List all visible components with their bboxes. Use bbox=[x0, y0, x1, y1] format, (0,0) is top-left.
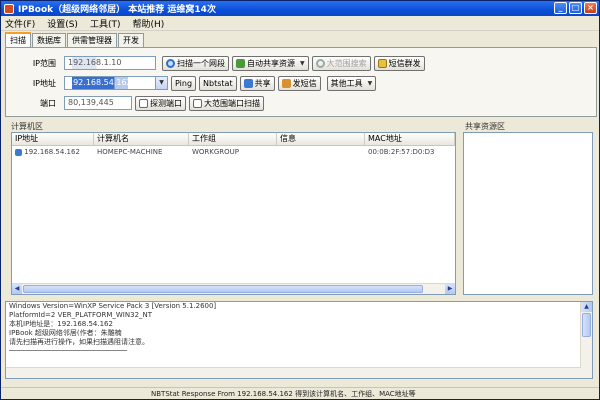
cell-ip: 192.168.54.162 bbox=[12, 146, 94, 158]
log-line: IPBook 超级网络邻居(作者：朱雕楠 bbox=[9, 329, 122, 337]
menu-file[interactable]: 文件(F) bbox=[5, 17, 35, 30]
window-title: IPBook（超级网络邻居） 本站推荐 运维窝14次 bbox=[18, 5, 216, 15]
share-button[interactable]: 共享 bbox=[239, 75, 275, 91]
network-icon bbox=[236, 58, 245, 68]
port-input[interactable]: 80,139,445 bbox=[64, 96, 132, 110]
vscroll-thumb[interactable] bbox=[582, 313, 591, 337]
other-tools-button[interactable]: 其他工具 ▼ bbox=[326, 75, 377, 91]
scroll-right-icon[interactable]: ▶ bbox=[445, 284, 455, 294]
port-label: 端口 bbox=[40, 98, 56, 108]
port-icon bbox=[139, 98, 148, 108]
title-bar[interactable]: IPBook（超级网络邻居） 本站推荐 运维窝14次 _ □ × bbox=[1, 1, 599, 16]
app-window: IPBook（超级网络邻居） 本站推荐 运维窝14次 _ □ × 文件(F) 设… bbox=[0, 0, 600, 400]
log-hscrollbar[interactable] bbox=[6, 367, 581, 378]
tab-strip: 扫描 数据库 供需管理器 开发 bbox=[5, 32, 145, 47]
ip-address-input[interactable]: 192.168.54.162 bbox=[64, 76, 156, 90]
table-row[interactable]: 192.168.54.162 HOMEPC-MACHINE WORKGROUP … bbox=[12, 146, 455, 158]
ping-button[interactable]: Ping bbox=[171, 75, 197, 91]
refresh-icon bbox=[315, 58, 325, 68]
ip-address-label: IP地址 bbox=[32, 78, 56, 88]
scan-panel: IP范围 192.168.1.10 扫描一个网段 自动共享资源 ▼ 大范围搜索 … bbox=[5, 47, 597, 117]
cell-mac: 00:0B:2F:57:D0:D3 bbox=[368, 148, 435, 156]
cell-computer-name: HOMEPC-MACHINE bbox=[97, 148, 163, 156]
ip-address-dropdown-icon[interactable]: ▼ bbox=[156, 76, 168, 90]
ip-range-label: IP范围 bbox=[32, 58, 56, 68]
window-controls: _ □ × bbox=[554, 2, 597, 14]
computer-icon bbox=[15, 148, 22, 156]
magnifier-icon bbox=[166, 58, 175, 68]
wide-port-scan-button[interactable]: 大范围端口扫描 bbox=[189, 95, 264, 111]
log-line: 请先扫描再进行操作，如果扫描遇阻请注意。 bbox=[9, 338, 149, 346]
column-computer-name[interactable]: 计算机名 bbox=[94, 133, 189, 145]
computer-area-label: 计算机区 bbox=[11, 122, 43, 131]
share-resource-list[interactable] bbox=[463, 132, 593, 295]
tab-supply-manager[interactable]: 供需管理器 bbox=[67, 33, 117, 47]
send-msg-button[interactable]: 发短信 bbox=[277, 75, 321, 91]
mail-icon bbox=[377, 58, 387, 68]
column-info[interactable]: 信息 bbox=[277, 133, 365, 145]
scroll-up-icon[interactable]: ▲ bbox=[581, 302, 592, 312]
auto-share-button[interactable]: 自动共享资源 ▼ bbox=[232, 55, 309, 71]
menu-settings[interactable]: 设置(S) bbox=[47, 17, 78, 30]
close-button[interactable]: × bbox=[584, 2, 597, 14]
chevron-down-icon: ▼ bbox=[367, 79, 373, 87]
ip-range-row: IP范围 192.168.1.10 扫描一个网段 自动共享资源 ▼ 大范围搜索 … bbox=[6, 55, 425, 71]
log-output[interactable]: Windows Version=WinXP Service Pack 3 [Ve… bbox=[5, 301, 593, 379]
tab-database[interactable]: 数据库 bbox=[32, 33, 66, 47]
tab-scan[interactable]: 扫描 bbox=[5, 32, 31, 47]
computer-list-hscrollbar[interactable]: ◀ ▶ bbox=[12, 283, 455, 294]
share-icon bbox=[243, 78, 253, 88]
minimize-button[interactable]: _ bbox=[554, 2, 567, 14]
short-msg-button[interactable]: 短信群发 bbox=[373, 55, 425, 71]
scan-segment-button[interactable]: 扫描一个网段 bbox=[162, 55, 229, 71]
cell-workgroup: WORKGROUP bbox=[192, 148, 240, 156]
nbtstat-button[interactable]: Nbtstat bbox=[199, 75, 237, 91]
chevron-down-icon: ▼ bbox=[300, 59, 305, 67]
ip-range-input[interactable]: 192.168.1.10 bbox=[64, 56, 156, 70]
port-scan-icon bbox=[193, 98, 202, 108]
scroll-left-icon[interactable]: ◀ bbox=[12, 284, 22, 294]
column-mac[interactable]: MAC地址 bbox=[365, 133, 455, 145]
share-area-label: 共享资源区 bbox=[465, 122, 505, 131]
port-row: 端口 80,139,445 探测端口 大范围端口扫描 bbox=[6, 95, 264, 111]
menu-help[interactable]: 帮助(H) bbox=[132, 17, 164, 30]
menu-bar: 文件(F) 设置(S) 工具(T) 帮助(H) bbox=[1, 16, 599, 31]
maximize-button[interactable]: □ bbox=[569, 2, 582, 14]
computer-list[interactable]: IP地址 计算机名 工作组 信息 MAC地址 192.168.54.162 HO… bbox=[11, 132, 456, 295]
log-line: ──────────────────────────── bbox=[9, 347, 128, 355]
column-workgroup[interactable]: 工作组 bbox=[189, 133, 277, 145]
computer-list-header: IP地址 计算机名 工作组 信息 MAC地址 bbox=[12, 133, 455, 146]
probe-port-button[interactable]: 探测端口 bbox=[135, 95, 186, 111]
log-line: 本机IP地址是：192.168.54.162 bbox=[9, 320, 113, 328]
log-vscrollbar[interactable]: ▲ bbox=[580, 302, 592, 378]
menu-tools[interactable]: 工具(T) bbox=[90, 17, 121, 30]
app-icon bbox=[4, 3, 14, 14]
tab-develop[interactable]: 开发 bbox=[118, 33, 144, 47]
ip-address-row: IP地址 192.168.54.162 ▼ Ping Nbtstat 共享 发短… bbox=[6, 75, 377, 91]
message-icon bbox=[281, 78, 291, 88]
log-line: PlatformId=2 VER_PLATFORM_WIN32_NT bbox=[9, 311, 153, 319]
status-bar: NBTStat Response From 192.168.54.162 得到该… bbox=[1, 387, 599, 399]
scan-range-button[interactable]: 大范围搜索 bbox=[311, 55, 371, 71]
column-ip[interactable]: IP地址 bbox=[12, 133, 94, 145]
hscroll-thumb[interactable] bbox=[23, 285, 423, 293]
log-line: Windows Version=WinXP Service Pack 3 [Ve… bbox=[9, 302, 217, 310]
cell-info bbox=[277, 146, 365, 158]
